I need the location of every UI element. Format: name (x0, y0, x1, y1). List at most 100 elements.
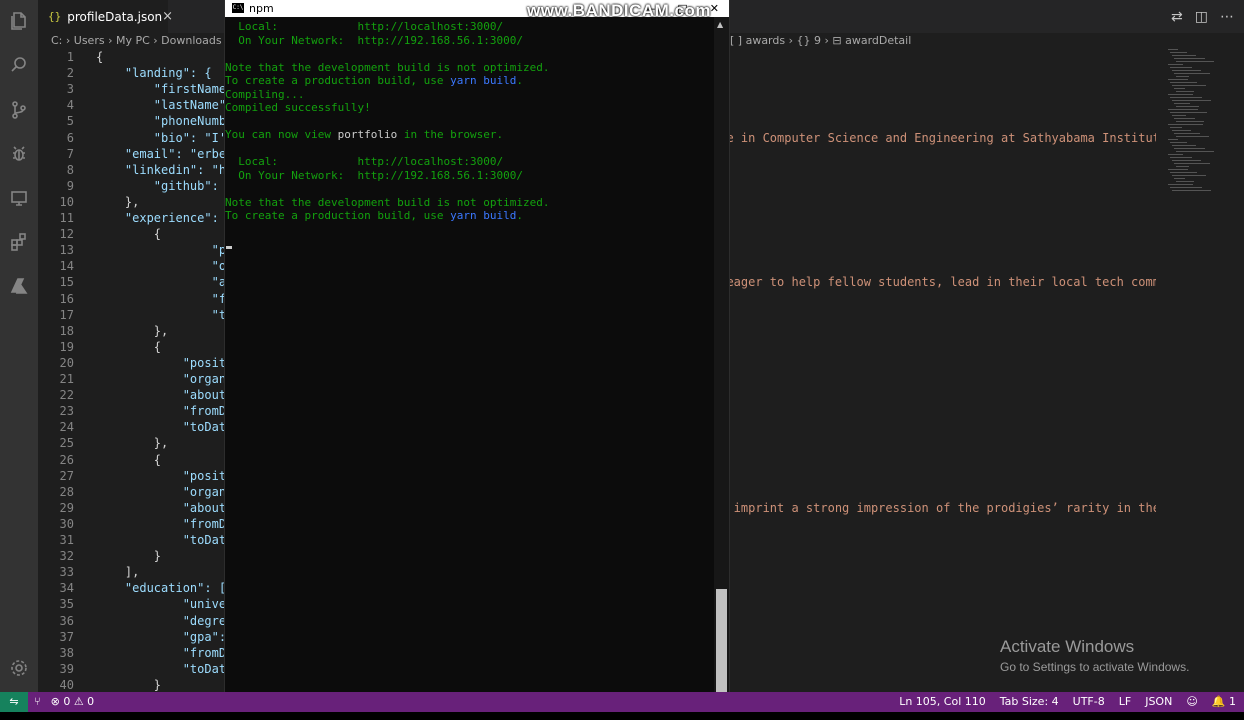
code-text: }, (96, 436, 169, 451)
code-text: "fro (96, 291, 241, 306)
terminal-line: Note that the development build is not o… (225, 60, 550, 74)
editor-scrollbar[interactable] (1230, 49, 1244, 692)
status-left: ⑂ ⊗ 0 ⚠ 0 (34, 692, 94, 712)
minimap-line (1174, 58, 1205, 59)
compare-changes-icon[interactable]: ⇄ (1171, 9, 1183, 25)
minimap-line (1170, 112, 1207, 113)
line-number: 19 (59, 339, 74, 354)
notifications-bell-icon[interactable]: 🔔 1 (1212, 692, 1236, 712)
debug-icon[interactable] (0, 139, 38, 169)
code-text: "github": "h (96, 178, 241, 193)
minimap-line (1172, 145, 1196, 146)
tab-size[interactable]: Tab Size: 4 (1000, 692, 1059, 712)
minimap-line (1176, 61, 1214, 62)
cursor-position[interactable]: Ln 105, Col 110 (899, 692, 986, 712)
code-text: ], (96, 565, 140, 580)
code-text: "degree" (96, 613, 241, 628)
minimap-line (1176, 91, 1194, 92)
encoding[interactable]: UTF-8 (1073, 692, 1105, 712)
tab-profiledata-json[interactable]: {} profileData.json × (38, 0, 173, 33)
minimap-line (1170, 142, 1187, 143)
close-window-button[interactable]: ✕ (710, 0, 719, 17)
minimap-line (1174, 73, 1210, 74)
line-number: 8 (66, 162, 74, 177)
settings-gear-icon[interactable] (0, 653, 38, 683)
code-text: }, (96, 194, 140, 209)
minimap-line (1168, 64, 1183, 65)
minimap-line (1172, 190, 1211, 191)
screen-bottom-strip (0, 712, 1244, 720)
minimap-line (1170, 82, 1197, 83)
status-right: Ln 105, Col 110 Tab Size: 4 UTF-8 LF JSO… (899, 692, 1236, 712)
minimap-line (1176, 181, 1194, 182)
language-mode[interactable]: JSON (1145, 692, 1172, 712)
terminal-output[interactable]: Local: http://localhost:3000/ On Your Ne… (225, 17, 713, 711)
minimap-line (1174, 163, 1210, 164)
code-text: "toDate" (96, 533, 241, 547)
code-text: "bio": "I'm (96, 130, 234, 145)
terminal-scrollbar[interactable]: ▲ (714, 17, 729, 711)
line-number: 23 (59, 404, 74, 419)
code-text: "positio (96, 468, 241, 483)
minimap[interactable] (1164, 49, 1230, 209)
code-text: "fromDat (96, 516, 241, 531)
minimap-line (1172, 55, 1196, 56)
remote-explorer-icon[interactable] (0, 183, 38, 213)
code-text: "organiz (96, 484, 241, 499)
code-text: "aboutWo (96, 500, 241, 515)
minimap-line (1170, 187, 1202, 188)
scroll-up-icon[interactable]: ▲ (717, 20, 723, 29)
problems-indicator[interactable]: ⊗ 0 ⚠ 0 (51, 692, 95, 712)
minimap-line (1174, 88, 1185, 89)
terminal-line: Compiled successfully! (225, 101, 371, 114)
line-number: 35 (59, 597, 74, 612)
terminal-line: To create a production build, use yarn b… (225, 74, 524, 87)
line-number: 12 (59, 227, 74, 242)
line-number: 16 (59, 291, 74, 306)
line-number: 31 (59, 533, 74, 547)
terminal-line: Local: http://localhost:3000/ (225, 20, 504, 33)
breadcrumb-path[interactable]: C: › Users › My PC › Downloads › (51, 33, 229, 49)
line-number: 17 (59, 307, 74, 322)
line-number: 38 (59, 645, 74, 660)
minimap-line (1168, 139, 1178, 140)
json-file-icon: {} (48, 10, 62, 23)
minimap-line (1168, 169, 1188, 170)
feedback-icon[interactable]: ☺ (1186, 692, 1197, 712)
npm-terminal-window[interactable]: C:\ npm — □ ✕ www.BANDICAM.com Local: ht… (224, 0, 730, 711)
line-number: 37 (59, 629, 74, 644)
search-icon[interactable] (0, 50, 38, 80)
code-text: } (96, 549, 162, 564)
code-text: "univers (96, 597, 241, 612)
minimap-line (1174, 103, 1190, 104)
status-bar: ⇋ ⑂ ⊗ 0 ⚠ 0 Ln 105, Col 110 Tab Size: 4 … (0, 692, 1244, 712)
activate-title: Activate Windows (1000, 637, 1135, 656)
minimap-line (1174, 178, 1185, 179)
source-control-icon[interactable] (0, 95, 38, 125)
end-of-line[interactable]: LF (1119, 692, 1131, 712)
line-number: 14 (59, 259, 74, 274)
minimap-line (1168, 49, 1178, 50)
line-number: 27 (59, 468, 74, 483)
terminal-scroll-thumb[interactable] (716, 589, 727, 709)
line-number: 25 (59, 436, 74, 451)
tab-title: profileData.json (67, 9, 163, 24)
split-editor-icon[interactable]: ◫ (1195, 9, 1208, 25)
branch-icon[interactable]: ⑂ (34, 692, 41, 712)
code-overflow-about-work-2: to imprint a strong impression of the pr… (712, 501, 1156, 515)
close-tab-icon[interactable]: × (162, 9, 173, 24)
breadcrumb-symbol[interactable]: [ ] awards › {} 9 › ⊟ awardDetail (730, 33, 911, 49)
remote-indicator-icon[interactable]: ⇋ (0, 692, 28, 712)
minimap-line (1176, 121, 1204, 122)
azure-icon[interactable] (0, 271, 38, 301)
minimap-line (1172, 100, 1211, 101)
code-text: "toDate" (96, 420, 241, 435)
code-text: "toDate" (96, 661, 241, 676)
explorer-icon[interactable] (0, 6, 38, 36)
code-text: "experience": [ (96, 211, 234, 225)
minimap-line (1170, 127, 1182, 128)
extensions-icon[interactable] (0, 227, 38, 257)
more-actions-icon[interactable]: ⋯ (1220, 9, 1234, 25)
activate-subtitle: Go to Settings to activate Windows. (1000, 660, 1190, 674)
terminal-title: npm (249, 2, 274, 15)
